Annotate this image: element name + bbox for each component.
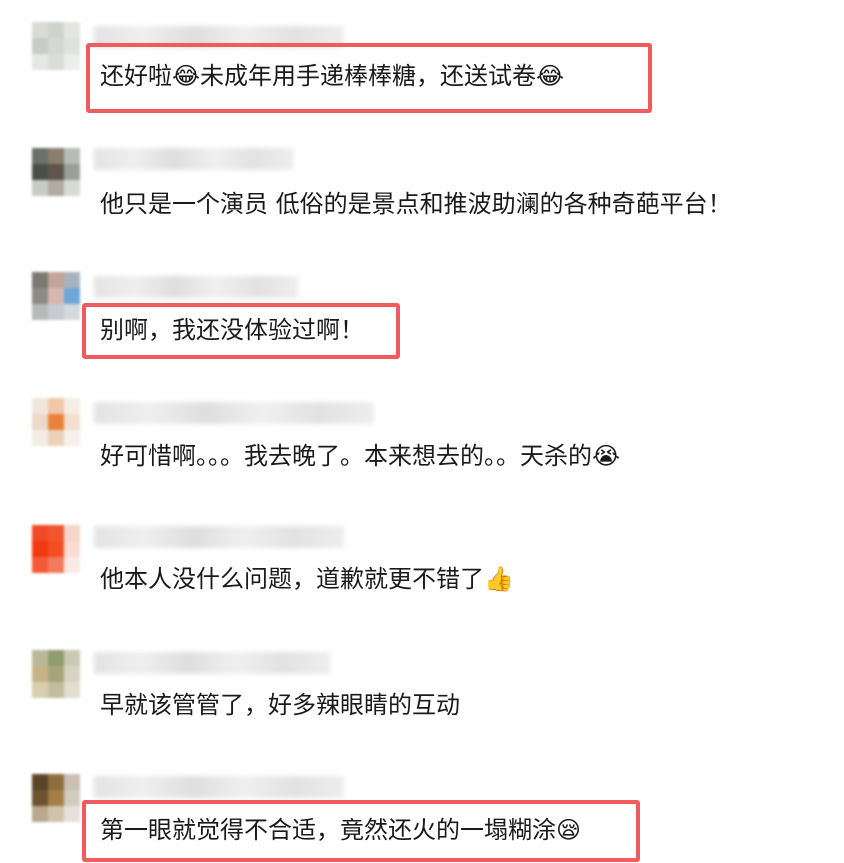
avatar[interactable] [32,148,80,196]
username-blurred[interactable] [94,148,294,170]
comment-text: 别啊，我还没体验过啊！ [100,316,364,344]
comment-text: 还好啦😂未成年用手递棒棒糖，还送试卷😂 [100,62,565,90]
username-blurred[interactable] [94,402,374,424]
comment-text: 好可惜啊。。。我去晚了。本来想去的。。天杀的😭 [100,442,621,470]
comment-text: 第一眼就觉得不合适，竟然还火的一塌糊涂😪 [100,816,582,844]
username-blurred[interactable] [94,526,344,548]
avatar[interactable] [32,650,80,698]
username-blurred[interactable] [94,276,298,298]
username-blurred[interactable] [94,776,344,798]
username-blurred[interactable] [94,652,330,674]
avatar[interactable] [32,774,80,822]
comment-text: 早就该管管了，好多辣眼睛的互动 [100,691,460,719]
comment-text: 他本人没什么问题，道歉就更不错了👍 [100,565,514,593]
avatar[interactable] [32,525,80,573]
comment-text: 他只是一个演员 低俗的是景点和推波助澜的各种奇葩平台！ [100,190,732,218]
avatar[interactable] [32,22,80,70]
avatar[interactable] [32,398,80,446]
avatar[interactable] [32,272,80,320]
